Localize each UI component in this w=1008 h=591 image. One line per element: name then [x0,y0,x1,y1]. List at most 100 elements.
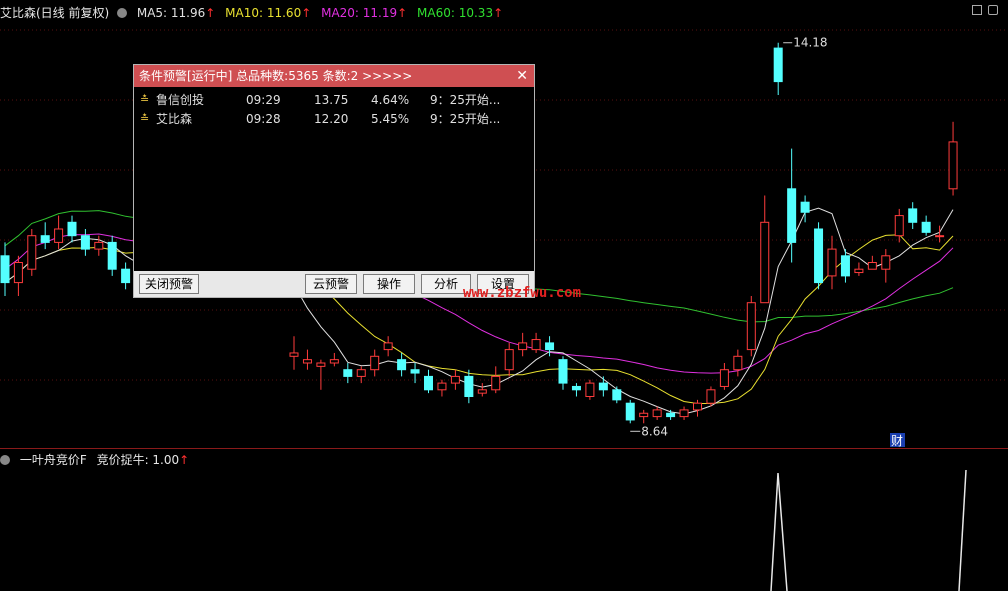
candle-up [854,268,864,274]
candle-down [921,221,931,233]
dialog-title-bar[interactable]: 条件预警[运行中] 总品种数:5365 条数:2 >>>>> ✕ [134,65,534,87]
candle-up [935,235,945,238]
candle-down [787,188,797,243]
candle-down [666,412,676,418]
ma20-up-arrow: ↑ [397,6,408,20]
candle-down [410,369,420,374]
candle-up [652,409,662,418]
candle-up [383,342,393,351]
alert-price: 13.75 [314,93,349,107]
candle-down [908,208,918,223]
candle-up [639,412,649,418]
low-price-label: 8.64 [641,424,668,438]
alert-note: 9：25开始... [430,112,501,126]
candle-up [706,389,716,404]
candle-up [585,382,595,398]
cloud-alert-button[interactable]: 云预警 [305,274,357,294]
ma60-up-arrow: ↑ [493,6,504,20]
candle-down [464,375,474,397]
candle-up [679,409,689,418]
alert-row[interactable]: ≛ 艾比森 09:28 12.20 5.45% 9：25开始... [134,110,534,128]
main-chart-header: 艾比森(日线 前复权) MA5: 11.96↑ MA10: 11.60↑ MA2… [0,4,509,22]
close-icon[interactable]: ✕ [516,65,528,87]
candle-down [625,402,635,421]
candle-up [746,302,756,351]
window-icon[interactable] [988,5,998,15]
candle-up [370,355,380,371]
candle-down [571,385,581,391]
ma5-up-arrow: ↑ [205,6,216,20]
chart-settings-icon[interactable] [117,7,128,18]
watermark: www.zbzfwu.com [463,285,582,301]
alert-row[interactable]: ≛ 鲁信创投 09:29 13.75 4.64% 9：25开始... [134,91,534,109]
ma60-label: MA60: 10.33 [417,6,494,20]
alert-time: 09:28 [246,112,281,126]
alert-price: 12.20 [314,112,349,126]
candle-down [814,228,824,284]
dialog-title: 条件预警[运行中] 总品种数:5365 条数:2 >>>>> [139,69,413,83]
candle-up [518,342,528,351]
candle-down [343,369,353,377]
candle-down [397,359,407,371]
candle-up [302,359,312,364]
candle-up [316,362,326,367]
candle-down [558,359,568,384]
indicator-header: 一叶舟竞价F 竞价捉牛: 1.00↑ [0,451,195,469]
candle-down [424,375,433,391]
indicator-up-arrow: ↑ [179,453,190,467]
candle-up [760,221,770,304]
signal-line [770,472,788,591]
candle-up [356,369,366,377]
candle-down [121,268,131,284]
finance-marker: 财 [891,434,903,448]
candle-up [693,402,702,411]
ma10-up-arrow: ↑ [301,6,312,20]
candle-up [329,359,339,364]
candle-up [894,215,904,237]
alert-stock-name: 鲁信创投 [156,93,205,107]
indicator-title: 一叶舟竞价F [19,453,87,467]
candle-up [719,369,729,387]
candle-down [545,342,555,351]
candle-up [881,255,891,270]
alert-time: 09:29 [246,93,281,107]
candle-up [867,262,877,270]
candle-up [504,349,514,371]
candle-down [598,382,608,391]
candle-up [477,389,487,394]
candle-up [94,241,104,250]
alert-star-icon: ≛ [140,93,150,106]
candle-up [54,228,64,243]
ma5-label: MA5: 11.96 [136,6,206,20]
indicator-settings-icon[interactable] [0,454,10,465]
candle-down [840,255,850,277]
candle-down [612,389,622,401]
high-price-label: 14.18 [793,36,827,50]
ma20-label: MA20: 11.19 [321,6,398,20]
candle-up [491,375,501,391]
stock-title: 艾比森(日线 前复权) [0,6,110,20]
ma10-label: MA10: 11.60 [225,6,302,20]
alert-stock-name: 艾比森 [156,112,193,126]
panel-divider [0,448,1008,449]
candle-up [13,262,23,284]
close-alert-button[interactable]: 关闭预警 [139,274,199,294]
candle-down [67,221,77,237]
candle-down [80,235,90,250]
candle-down [800,201,810,213]
alert-star-icon: ≛ [140,112,150,125]
candle-up [289,352,299,357]
candle-up [531,339,541,351]
candle-up [27,235,37,270]
candle-down [773,47,783,83]
operate-button[interactable]: 操作 [363,274,415,294]
layout-icon[interactable] [972,5,982,15]
candle-up [437,382,447,391]
candle-up [450,375,460,384]
candle-up [733,355,743,371]
indicator-value: 竞价捉牛: 1.00 [96,453,180,467]
condition-alert-dialog[interactable]: 条件预警[运行中] 总品种数:5365 条数:2 >>>>> ✕ ≛ 鲁信创投 … [133,64,535,298]
candle-down [40,235,50,243]
candle-down [107,241,117,270]
alert-note: 9：25开始... [430,93,501,107]
